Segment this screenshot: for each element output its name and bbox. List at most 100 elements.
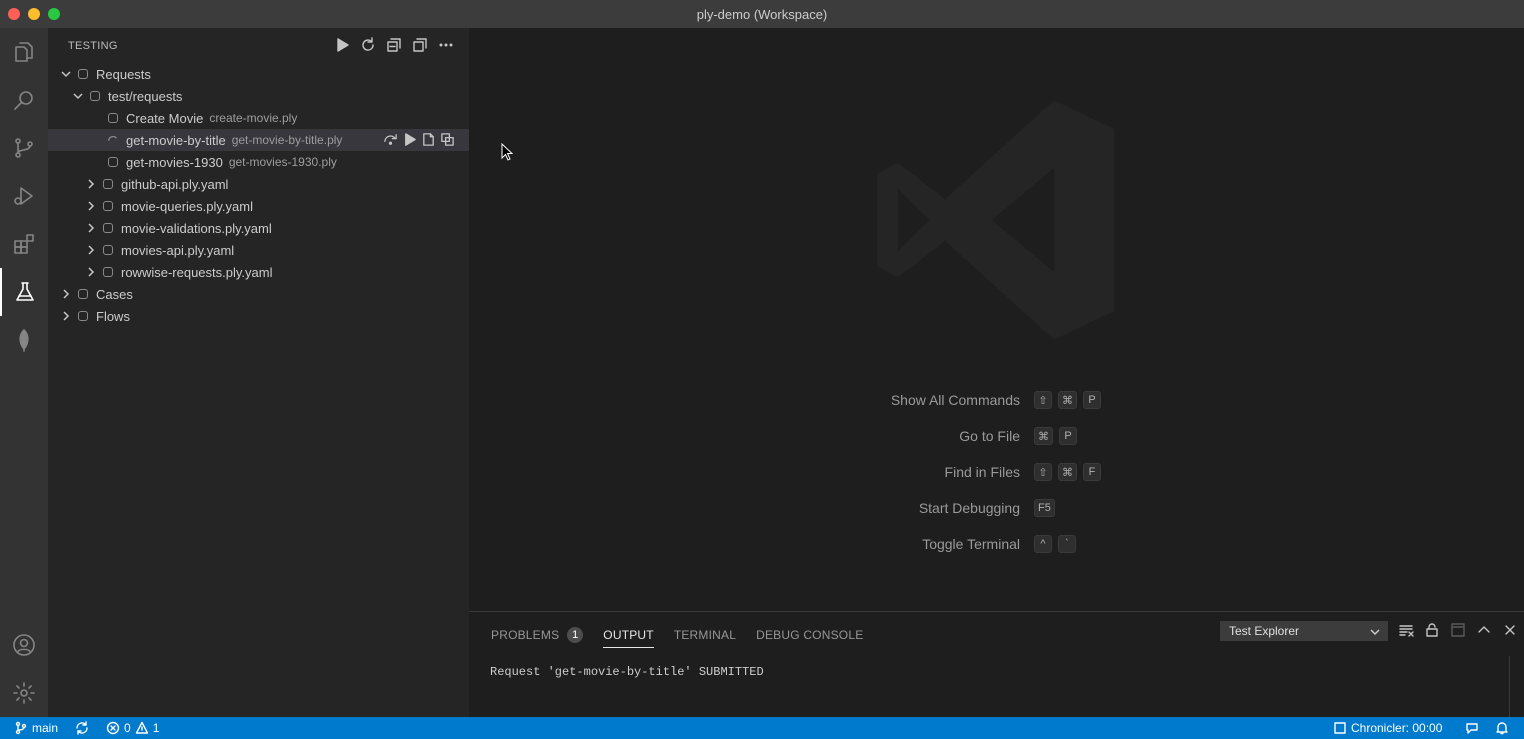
tab-label: DEBUG CONSOLE	[756, 628, 864, 642]
tree-item-get-movies-1930[interactable]: get-movies-1930 get-movies-1930.ply	[48, 151, 469, 173]
row-actions	[383, 132, 455, 150]
run-test-icon[interactable]	[402, 132, 417, 150]
branch-name: main	[32, 721, 59, 735]
mouse-cursor-icon	[501, 143, 514, 161]
chevron-down-icon[interactable]	[58, 66, 74, 82]
maximize-panel-icon[interactable]	[1476, 622, 1492, 643]
window-title: ply-demo (Workspace)	[696, 7, 828, 22]
branch-status[interactable]: main	[14, 717, 58, 739]
test-status-icon	[101, 221, 115, 235]
ctrl-key: ^	[1034, 535, 1052, 553]
chevron-right-icon[interactable]	[83, 264, 99, 280]
tree-item-movies-api[interactable]: movies-api.ply.yaml	[48, 239, 469, 261]
record-square-icon	[1334, 722, 1346, 734]
lock-scroll-icon[interactable]	[1424, 622, 1440, 643]
compare-results-icon[interactable]	[440, 132, 455, 150]
p-key: P	[1083, 391, 1101, 409]
search-icon[interactable]	[0, 76, 48, 124]
run-all-tests-button[interactable]	[333, 36, 351, 54]
test-status-icon	[101, 265, 115, 279]
chevron-right-icon[interactable]	[83, 220, 99, 236]
tab-debug-console[interactable]: DEBUG CONSOLE	[756, 623, 863, 647]
clear-output-icon[interactable]	[1398, 622, 1414, 643]
problems-status[interactable]: 0 1	[106, 717, 159, 739]
close-panel-icon[interactable]	[1502, 622, 1518, 643]
hint-label: Go to File	[959, 428, 1020, 444]
tree-item-label: get-movies-1930	[126, 154, 223, 170]
f-key: F	[1083, 463, 1101, 481]
account-icon[interactable]	[0, 621, 48, 669]
tree-item-label: movies-api.ply.yaml	[121, 242, 235, 258]
warning-icon	[135, 721, 148, 734]
open-log-icon[interactable]	[1450, 622, 1466, 643]
warning-count: 1	[152, 721, 160, 735]
output-scrollbar[interactable]	[1509, 656, 1510, 718]
hint-find-in-files: Find in Files ⇧ ⌘ F	[469, 462, 1524, 484]
refresh-tests-button[interactable]	[359, 36, 377, 54]
tree-item-cases[interactable]: Cases	[48, 283, 469, 305]
go-to-test-icon[interactable]	[421, 132, 436, 150]
notifications-bell-icon[interactable]	[1495, 717, 1509, 739]
tab-terminal[interactable]: TERMINAL	[674, 623, 736, 647]
tree-item-create-movie[interactable]: Create Movie create-movie.ply	[48, 107, 469, 129]
feedback-icon[interactable]	[1465, 717, 1479, 739]
chevron-right-icon[interactable]	[83, 198, 99, 214]
source-control-icon[interactable]	[0, 124, 48, 172]
tab-output[interactable]: OUTPUT	[603, 623, 654, 648]
extensions-icon[interactable]	[0, 220, 48, 268]
tree-item-flows[interactable]: Flows	[48, 305, 469, 327]
run-debug-icon[interactable]	[0, 172, 48, 220]
collapse-all-button[interactable]	[385, 36, 403, 54]
tree-item-github-api[interactable]: github-api.ply.yaml	[48, 173, 469, 195]
hint-label: Find in Files	[944, 464, 1020, 480]
chevron-down-icon	[1370, 629, 1380, 636]
sidebar-title: TESTING	[68, 40, 118, 52]
tree-item-movie-validations[interactable]: movie-validations.ply.yaml	[48, 217, 469, 239]
f5-key: F5	[1034, 499, 1055, 517]
chronicler-status[interactable]: Chronicler: 00:00	[1333, 717, 1442, 739]
test-status-icon	[101, 177, 115, 191]
hint-start-debugging: Start Debugging F5	[469, 498, 1524, 520]
tree-item-description: get-movies-1930.ply	[228, 155, 337, 169]
tab-problems[interactable]: PROBLEMS 1	[491, 623, 584, 647]
tree-item-description: get-movie-by-title.ply	[231, 133, 343, 147]
view-toggle-button[interactable]	[411, 36, 429, 54]
test-status-icon	[76, 309, 90, 323]
activity-bar	[0, 28, 48, 717]
hint-toggle-terminal: Toggle Terminal ^ `	[469, 534, 1524, 556]
tree-item-requests[interactable]: Requests	[48, 63, 469, 85]
chevron-right-icon[interactable]	[58, 286, 74, 302]
tree-item-label: Create Movie	[126, 110, 204, 126]
chevron-right-icon[interactable]	[83, 242, 99, 258]
output-channel-select[interactable]: Test Explorer	[1220, 621, 1388, 641]
tree-item-get-movie-by-title[interactable]: get-movie-by-title get-movie-by-title.pl…	[48, 129, 469, 151]
submit-request-icon[interactable]	[383, 132, 398, 150]
bottom-panel: PROBLEMS 1 OUTPUT TERMINAL DEBUG CONSOLE…	[469, 611, 1524, 718]
test-status-icon	[88, 89, 102, 103]
panel-tabs: PROBLEMS 1 OUTPUT TERMINAL DEBUG CONSOLE	[491, 623, 863, 648]
error-icon	[106, 721, 120, 735]
tree-item-label: Flows	[96, 308, 130, 324]
settings-gear-icon[interactable]	[0, 669, 48, 717]
chevron-right-icon[interactable]	[83, 176, 99, 192]
tree-item-label: get-movie-by-title	[126, 132, 226, 148]
explorer-icon[interactable]	[0, 28, 48, 76]
editor-area[interactable]: Show All Commands ⇧ ⌘ P Go to File ⌘ P Find…	[469, 28, 1524, 611]
tree-item-label: rowwise-requests.ply.yaml	[121, 264, 273, 280]
sync-icon[interactable]	[75, 717, 89, 739]
hint-label: Show All Commands	[890, 392, 1020, 408]
chevron-right-icon[interactable]	[58, 308, 74, 324]
tab-label: OUTPUT	[603, 628, 654, 642]
leaf-icon[interactable]	[0, 316, 48, 364]
backtick-key: `	[1058, 535, 1076, 553]
more-actions-icon[interactable]	[437, 36, 455, 54]
testing-icon[interactable]	[0, 268, 48, 316]
testing-sidebar: TESTING Requests test/requests Create Mo…	[48, 28, 469, 717]
git-branch-icon	[15, 721, 27, 735]
sidebar-toolbar	[333, 36, 455, 54]
tree-item-movie-queries[interactable]: movie-queries.ply.yaml	[48, 195, 469, 217]
tree-item-test-requests[interactable]: test/requests	[48, 85, 469, 107]
tree-item-rowwise-requests[interactable]: rowwise-requests.ply.yaml	[48, 261, 469, 283]
chevron-down-icon[interactable]	[70, 88, 86, 104]
p-key: P	[1059, 427, 1077, 445]
